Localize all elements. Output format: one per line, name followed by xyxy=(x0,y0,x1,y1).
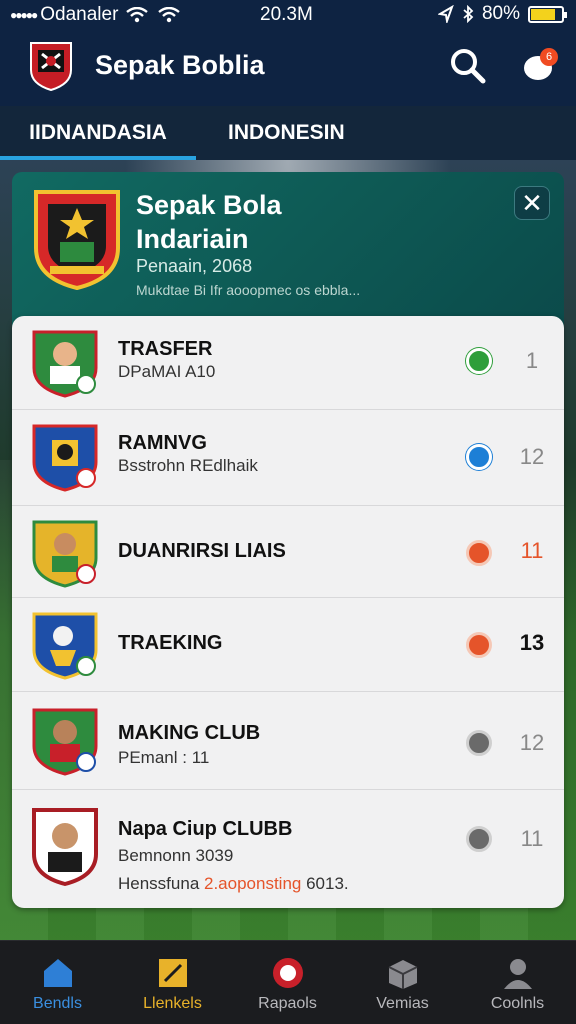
club-subtitle: PEmanl : 11 xyxy=(118,748,210,767)
featured-description: Mukdtae Bi Ifr aooopmec os ebbla... xyxy=(136,282,361,298)
bottom-navigation: Bendls Llenkels Rapaols Vemias Coolnls xyxy=(0,940,576,1024)
club-badge-icon xyxy=(32,708,98,776)
user-icon xyxy=(504,959,532,989)
club-name: RAMNVG xyxy=(118,432,207,454)
extra-prefix: Henssfuna xyxy=(118,874,204,893)
status-bar: ●●●●● Odanaler 20.3M 80% xyxy=(0,0,576,30)
club-name: MAKING CLUB xyxy=(118,722,261,744)
list-item[interactable]: TRAEKING 13 xyxy=(12,598,564,692)
carrier-label: Odanaler xyxy=(40,4,119,25)
nav-label: Vemias xyxy=(376,995,429,1012)
club-logo[interactable] xyxy=(28,40,74,92)
tab-label: INDONESIN xyxy=(228,121,345,144)
item-count: 1 xyxy=(525,348,539,373)
nav-label: Rapaols xyxy=(258,995,317,1012)
tab-bar: IIDNANDASIA INDONESIN xyxy=(0,106,576,160)
pencil-icon xyxy=(159,959,187,987)
list-item[interactable]: Napa Ciup CLUBB Bemnonn 3039 Henssfuna 2… xyxy=(12,790,564,908)
clock: 20.3M xyxy=(260,4,313,25)
app-title: Sepak Boblia xyxy=(95,50,265,80)
nav-label: Llenkels xyxy=(143,995,202,1012)
tab-indonesia-primary[interactable]: IIDNANDASIA xyxy=(0,106,196,160)
club-badge-icon xyxy=(32,520,98,588)
status-icon xyxy=(466,444,492,470)
nav-home[interactable]: Bendls xyxy=(0,941,115,1024)
club-badge-icon xyxy=(32,330,98,398)
home-icon xyxy=(44,959,72,987)
app-header: Sepak Boblia 6 xyxy=(0,30,576,106)
extra-highlight: 2.aoponsting xyxy=(204,874,302,893)
club-subtitle: Bsstrohn REdlhaik xyxy=(118,456,258,475)
signal-icon: ●●●●● xyxy=(10,8,38,22)
list-item[interactable]: TRASFER DPaMAI A10 1 xyxy=(12,316,564,410)
status-icon xyxy=(466,348,492,374)
tab-indonesia-secondary[interactable]: INDONESIN xyxy=(196,106,376,160)
close-button[interactable]: ✕ xyxy=(514,186,550,220)
club-crest-icon xyxy=(34,190,120,291)
item-count: 12 xyxy=(519,730,545,755)
extra-suffix: 6013. xyxy=(301,874,349,893)
club-badge-icon xyxy=(32,612,98,680)
item-count: 11 xyxy=(520,826,544,851)
club-name: Napa Ciup CLUBB xyxy=(118,818,293,840)
status-icon xyxy=(466,632,492,658)
club-subtitle: Bemnonn 3039 xyxy=(118,846,234,865)
box-icon xyxy=(388,960,418,989)
status-icon xyxy=(466,730,492,756)
club-name: TRAEKING xyxy=(118,632,223,654)
wifi-icon xyxy=(126,7,149,23)
notification-button[interactable]: 6 xyxy=(518,46,562,86)
featured-title-line2: Indariain xyxy=(136,224,249,254)
club-list: TRASFER DPaMAI A10 1 RAMNVG Bsstrohn REd… xyxy=(12,316,564,908)
notification-badge: 6 xyxy=(540,48,558,66)
battery-icon xyxy=(528,5,567,23)
item-count: 13 xyxy=(519,630,545,655)
list-item[interactable]: RAMNVG Bsstrohn REdlhaik 12 xyxy=(12,410,564,506)
featured-subtitle: Penaain, 2068 xyxy=(136,256,253,276)
status-icon xyxy=(466,826,492,852)
nav-videos[interactable]: Vemias xyxy=(345,941,460,1024)
club-extra-info: Henssfuna 2.aoponsting 6013. xyxy=(118,874,349,894)
ball-icon xyxy=(273,958,303,988)
nav-matches[interactable]: Rapaols xyxy=(230,941,345,1024)
nav-profile[interactable]: Coolnls xyxy=(460,941,575,1024)
nav-label: Bendls xyxy=(33,995,82,1012)
club-name: DUANRIRSI LIAIS xyxy=(118,540,286,562)
list-item[interactable]: MAKING CLUB PEmanl : 11 12 xyxy=(12,692,564,790)
tab-label: IIDNANDASIA xyxy=(29,121,167,144)
club-name: TRASFER xyxy=(118,338,213,360)
wifi-icon-2 xyxy=(158,7,181,23)
location-icon xyxy=(437,5,454,23)
club-badge-icon xyxy=(32,424,98,492)
featured-title: Sepak Bola Indariain xyxy=(136,188,436,256)
list-item[interactable]: DUANRIRSI LIAIS 11 xyxy=(12,506,564,598)
club-badge-icon xyxy=(32,808,98,886)
club-subtitle: DPaMAI A10 xyxy=(118,362,216,381)
search-icon[interactable] xyxy=(448,46,488,86)
item-count: 11 xyxy=(520,538,544,563)
nav-label: Coolnls xyxy=(490,995,545,1012)
close-icon: ✕ xyxy=(521,187,543,218)
battery-percent: 80% xyxy=(481,3,520,24)
nav-news[interactable]: Llenkels xyxy=(115,941,230,1024)
item-count: 12 xyxy=(519,444,545,469)
bluetooth-icon xyxy=(463,5,474,23)
featured-title-line1: Sepak Bola xyxy=(136,190,282,220)
status-icon xyxy=(466,540,492,566)
